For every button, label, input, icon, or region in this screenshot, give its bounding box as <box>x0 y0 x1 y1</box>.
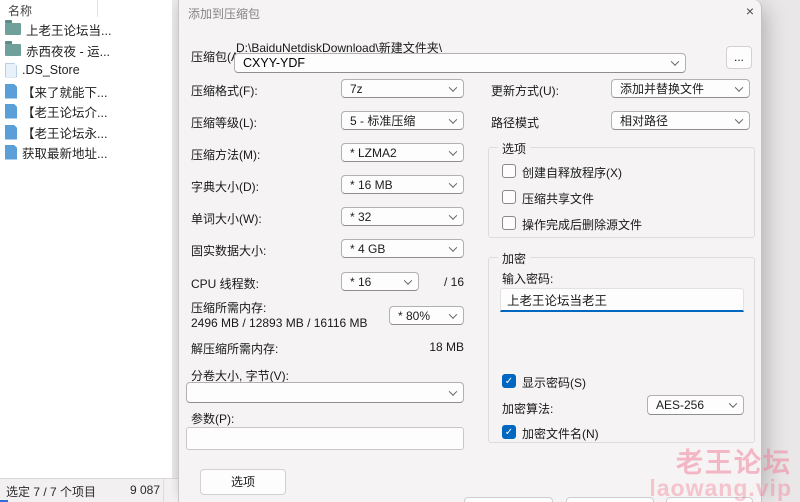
word-size-select[interactable]: * 32 <box>341 207 464 226</box>
status-bar: 选定 7 / 7 个项目 9 087 <box>0 478 178 502</box>
file-name: 【老王论坛介... <box>22 102 107 121</box>
file-row[interactable]: 【来了就能下... <box>0 81 172 101</box>
chevron-down-icon[interactable] <box>449 147 457 155</box>
size-status: 9 087 <box>130 483 160 497</box>
file-name: .DS_Store <box>22 63 80 77</box>
cpu-threads-total: / 16 <box>434 275 464 289</box>
show-password-label[interactable]: 显示密码(S) <box>522 374 586 391</box>
bottom-button-partial[interactable] <box>666 497 753 502</box>
parameters-label: 参数(P): <box>191 410 234 427</box>
word-size-label: 单词大小(W): <box>191 210 262 227</box>
chevron-down-icon[interactable] <box>735 83 743 91</box>
password-input[interactable] <box>500 288 744 312</box>
algorithm-label: 加密算法: <box>502 400 553 417</box>
level-select[interactable]: 5 - 标准压缩 <box>341 111 464 130</box>
update-mode-label: 更新方式(U): <box>491 82 559 99</box>
algorithm-select[interactable]: AES-256 <box>647 395 744 415</box>
format-select[interactable]: 7z <box>341 79 464 98</box>
document-icon <box>5 104 17 119</box>
encryption-group: 加密 输入密码: ✓ 显示密码(S) 加密算法: AES-256 ✓ 加密文件名… <box>488 257 755 443</box>
column-header-label: 名称 <box>8 2 32 19</box>
file-row[interactable]: 【老王论坛永... <box>0 122 172 142</box>
file-list-panel: 名称 上老王论坛当... 赤西夜夜 - 运... .DS_Store 【来了就能… <box>0 0 172 478</box>
level-label: 压缩等级(L): <box>191 114 257 131</box>
chevron-down-icon[interactable] <box>729 399 737 407</box>
update-mode-select[interactable]: 添加并替换文件 <box>611 79 750 98</box>
chevron-down-icon[interactable] <box>449 243 457 251</box>
add-to-archive-dialog: 添加到压缩包 × 压缩包(A): D:\BaiduNetdiskDownload… <box>178 0 762 502</box>
memory-label: 压缩所需内存: <box>191 299 266 316</box>
archive-name-combo[interactable] <box>234 53 686 73</box>
file-name: 获取最新地址... <box>22 143 107 162</box>
column-header-name[interactable]: 名称 <box>0 0 98 17</box>
delete-after-checkbox[interactable] <box>502 216 516 230</box>
file-icon <box>5 63 17 78</box>
path-mode-label: 路径模式 <box>491 114 539 131</box>
chevron-down-icon[interactable] <box>404 276 412 284</box>
close-icon[interactable]: × <box>737 1 762 21</box>
encrypt-names-checkbox[interactable]: ✓ <box>502 425 516 439</box>
chevron-down-icon[interactable] <box>449 211 457 219</box>
bottom-button-partial[interactable] <box>566 497 654 502</box>
chevron-down-icon[interactable] <box>735 115 743 123</box>
file-row[interactable]: 【老王论坛介... <box>0 101 172 121</box>
solid-size-label: 固实数据大小: <box>191 242 266 259</box>
chevron-down-icon[interactable] <box>449 115 457 123</box>
check-icon: ✓ <box>505 427 513 438</box>
shared-files-checkbox-label[interactable]: 压缩共享文件 <box>522 190 594 207</box>
memory-usage-select[interactable]: * 80% <box>389 306 464 325</box>
show-password-checkbox[interactable]: ✓ <box>502 374 516 388</box>
file-row[interactable]: .DS_Store <box>0 60 172 80</box>
delete-after-checkbox-label[interactable]: 操作完成后删除源文件 <box>522 216 642 233</box>
shared-files-checkbox[interactable] <box>502 190 516 204</box>
dictionary-label: 字典大小(D): <box>191 178 259 195</box>
chevron-down-icon[interactable] <box>449 83 457 91</box>
memory-detail: 2496 MB / 12893 MB / 16116 MB <box>191 316 368 330</box>
volume-size-select[interactable] <box>186 382 464 403</box>
chevron-down-icon[interactable] <box>449 310 457 318</box>
format-label: 压缩格式(F): <box>191 82 258 99</box>
password-label: 输入密码: <box>502 270 553 287</box>
folder-icon <box>5 44 21 56</box>
file-name: 上老王论坛当... <box>26 20 111 39</box>
options-button[interactable]: 选项 <box>200 469 286 495</box>
check-icon: ✓ <box>505 376 513 387</box>
status-divider <box>163 479 164 502</box>
file-row[interactable]: 获取最新地址... <box>0 142 172 162</box>
unpack-memory-value: 18 MB <box>404 340 464 354</box>
sfx-checkbox[interactable] <box>502 164 516 178</box>
document-icon <box>5 145 17 160</box>
document-icon <box>5 125 17 140</box>
encryption-group-title: 加密 <box>498 250 530 267</box>
chevron-down-icon[interactable] <box>449 179 457 187</box>
method-label: 压缩方法(M): <box>191 146 260 163</box>
options-group-title: 选项 <box>498 140 530 157</box>
selection-status: 选定 7 / 7 个项目 <box>6 483 96 500</box>
file-name: 【来了就能下... <box>22 82 107 101</box>
chevron-down-icon[interactable] <box>449 387 457 395</box>
parameters-input[interactable] <box>186 427 464 450</box>
file-name: 【老王论坛永... <box>22 123 107 142</box>
method-select[interactable]: * LZMA2 <box>341 143 464 162</box>
file-row[interactable]: 上老王论坛当... <box>0 19 172 39</box>
bottom-button-partial[interactable] <box>464 497 553 502</box>
chevron-down-icon[interactable] <box>671 57 679 65</box>
file-name: 赤西夜夜 - 运... <box>26 41 110 60</box>
dictionary-select[interactable]: * 16 MB <box>341 175 464 194</box>
dialog-title: 添加到压缩包 <box>188 5 260 22</box>
path-mode-select[interactable]: 相对路径 <box>611 111 750 130</box>
sfx-checkbox-label[interactable]: 创建自释放程序(X) <box>522 164 622 181</box>
file-row[interactable]: 赤西夜夜 - 运... <box>0 40 172 60</box>
archive-name-input[interactable] <box>243 56 667 70</box>
encrypt-names-label[interactable]: 加密文件名(N) <box>522 425 599 442</box>
folder-icon <box>5 23 21 35</box>
unpack-memory-label: 解压缩所需内存: <box>191 340 278 357</box>
options-group: 选项 创建自释放程序(X) 压缩共享文件 操作完成后删除源文件 <box>488 147 755 238</box>
cpu-threads-select[interactable]: * 16 <box>341 272 419 291</box>
document-icon <box>5 84 17 99</box>
cpu-threads-label: CPU 线程数: <box>191 275 259 292</box>
solid-size-select[interactable]: * 4 GB <box>341 239 464 258</box>
browse-button[interactable]: ... <box>726 46 752 69</box>
